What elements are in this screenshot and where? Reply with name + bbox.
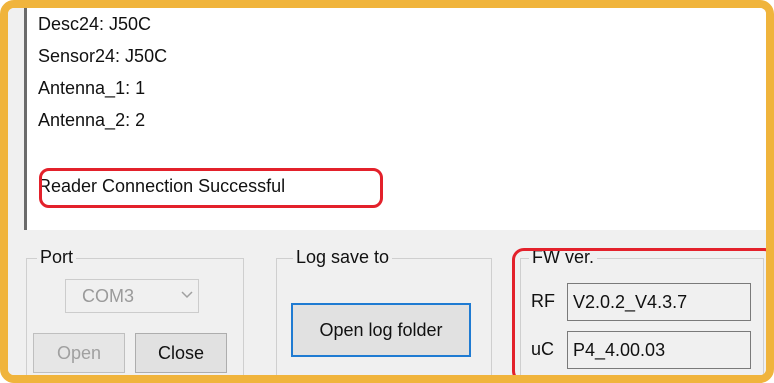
port-group-title: Port <box>37 247 77 268</box>
log-save-group-title: Log save to <box>293 247 393 268</box>
log-line: Sensor24: J50C <box>38 46 168 66</box>
open-button[interactable]: Open <box>33 333 125 373</box>
log-textbox[interactable]: Desc24: J50C Sensor24: J50C Antenna_1: 1… <box>24 8 766 230</box>
close-button[interactable]: Close <box>135 333 227 373</box>
open-log-folder-button[interactable]: Open log folder <box>291 303 471 357</box>
port-select-value: COM3 <box>82 286 135 306</box>
fw-highlight-box <box>512 248 766 375</box>
log-line: Desc24: J50C <box>38 14 152 34</box>
screenshot-frame: Desc24: J50C Sensor24: J50C Antenna_1: 1… <box>0 0 774 383</box>
chevron-down-icon <box>180 286 193 299</box>
log-save-group: Log save to Open log folder <box>276 247 492 375</box>
app-window: Desc24: J50C Sensor24: J50C Antenna_1: 1… <box>8 8 766 375</box>
log-line: Antenna_1: 1 <box>38 78 146 98</box>
log-line: Antenna_2: 2 <box>38 110 146 130</box>
status-highlight-box <box>39 168 383 208</box>
port-select[interactable]: COM3 <box>65 279 199 313</box>
port-group: Port COM3 Open Close <box>26 247 244 375</box>
